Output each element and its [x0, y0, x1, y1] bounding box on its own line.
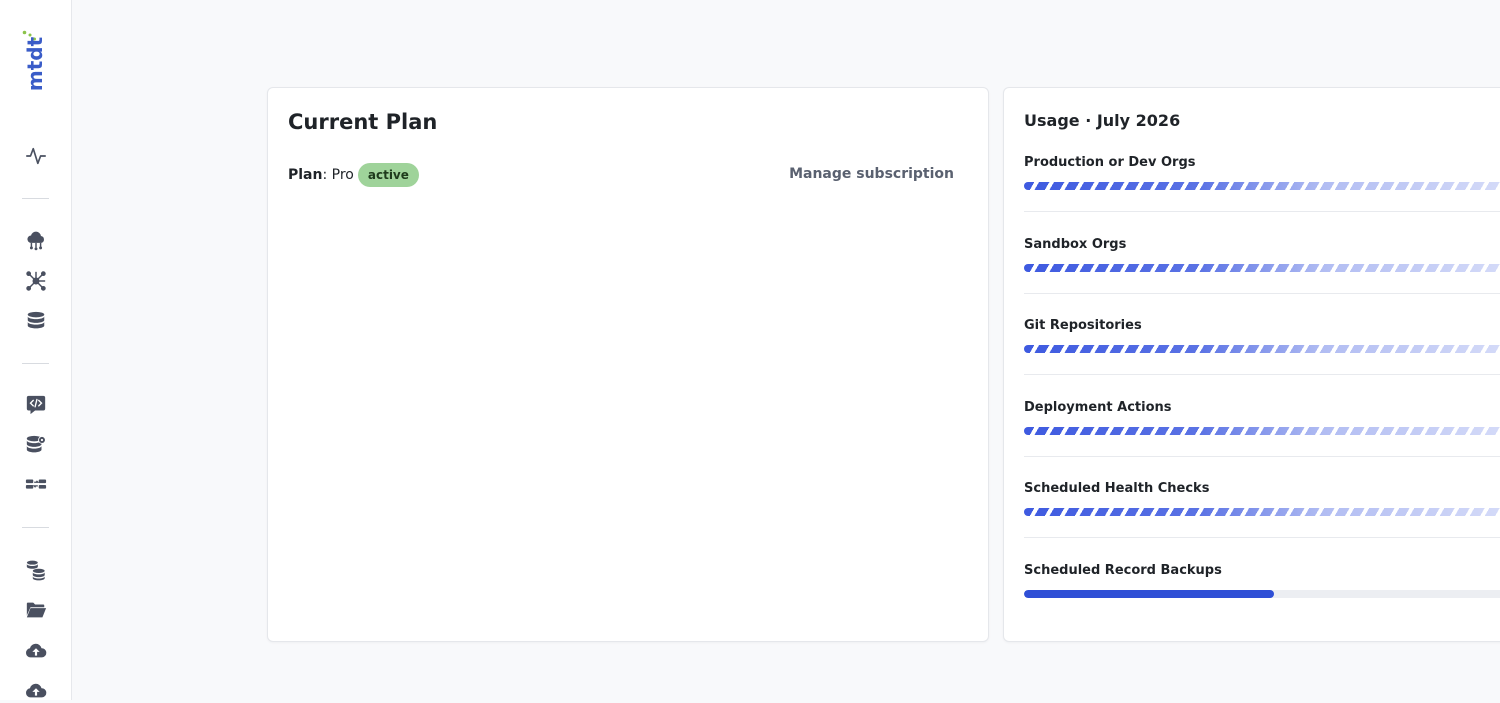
- sidebar: mtdt: [0, 0, 72, 700]
- current-plan-card: Current Plan Plan : Pro active Manage su…: [267, 87, 989, 642]
- usage-item: Sandbox Orgs: [1024, 237, 1500, 319]
- usage-progress-bar: [1024, 590, 1500, 598]
- divider: [1024, 211, 1500, 212]
- usage-progress-bar: [1024, 345, 1500, 353]
- usage-item: Scheduled Health Checks: [1024, 481, 1500, 563]
- usage-item-label: Deployment Actions: [1024, 400, 1172, 415]
- cloud-upload-icon[interactable]: [24, 679, 48, 703]
- divider: [1024, 374, 1500, 375]
- usage-item: Production or Dev Orgs: [1024, 155, 1500, 237]
- divider: [1024, 456, 1500, 457]
- app-logo[interactable]: mtdt: [20, 30, 50, 98]
- divider: [1024, 537, 1500, 538]
- usage-progress-bar: [1024, 264, 1500, 272]
- usage-item-label: Scheduled Health Checks: [1024, 481, 1210, 496]
- nav-divider: [22, 198, 49, 199]
- usage-title: Usage · July 2026: [1024, 111, 1181, 130]
- status-badge: active: [357, 163, 419, 187]
- nav-divider: [22, 527, 49, 528]
- folder-open-icon[interactable]: [24, 598, 48, 622]
- usage-item-label: Git Repositories: [1024, 318, 1142, 333]
- logo-text: mtdt: [23, 36, 47, 92]
- usage-item: Git Repositories: [1024, 318, 1500, 400]
- graph-nodes-icon[interactable]: [24, 269, 48, 293]
- code-chat-icon[interactable]: [24, 393, 48, 417]
- plan-title: Current Plan: [288, 110, 438, 134]
- cloud-upload-icon[interactable]: [24, 639, 48, 663]
- activity-icon[interactable]: [24, 144, 48, 168]
- plan-row: Plan : Pro active: [288, 162, 419, 188]
- cloud-network-icon[interactable]: [24, 229, 48, 253]
- database-icon[interactable]: [24, 309, 48, 333]
- divider: [1024, 293, 1500, 294]
- usage-item-label: Production or Dev Orgs: [1024, 155, 1196, 170]
- usage-item: Deployment Actions: [1024, 400, 1500, 482]
- usage-progress-bar: [1024, 427, 1500, 435]
- usage-card: Usage · July 2026 Production or Dev Orgs…: [1003, 87, 1500, 642]
- nav-divider: [22, 363, 49, 364]
- plan-value: Pro: [331, 167, 354, 183]
- usage-progress-bar: [1024, 508, 1500, 516]
- database-stack-icon[interactable]: [24, 558, 48, 582]
- usage-item: Scheduled Record Backups: [1024, 563, 1500, 645]
- compare-databases-icon[interactable]: [24, 473, 48, 497]
- usage-progress-bar: [1024, 182, 1500, 190]
- usage-progress-fill: [1024, 590, 1274, 598]
- usage-item-label: Scheduled Record Backups: [1024, 563, 1222, 578]
- database-settings-icon[interactable]: [24, 433, 48, 457]
- plan-key: Plan: [288, 167, 323, 183]
- plan-separator: :: [322, 167, 332, 183]
- manage-subscription-link[interactable]: Manage subscription: [789, 166, 954, 182]
- usage-item-label: Sandbox Orgs: [1024, 237, 1127, 252]
